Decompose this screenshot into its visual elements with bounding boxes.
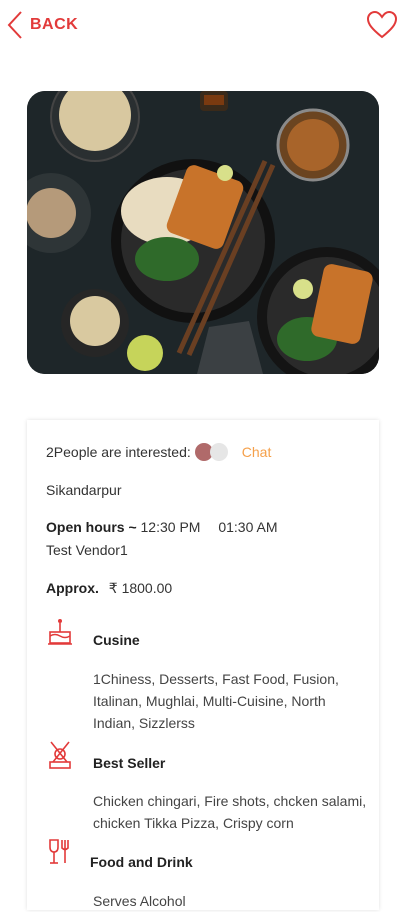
avatar-group bbox=[194, 443, 228, 461]
favorite-button[interactable] bbox=[366, 10, 398, 45]
interest-row: 2People are interested: Chat bbox=[46, 443, 271, 461]
details-card: 2People are interested: Chat Sikandarpur… bbox=[27, 420, 379, 910]
approx-price-row: Approx. ₹ 1800.00 bbox=[46, 580, 172, 597]
restaurant-photo bbox=[27, 91, 379, 374]
top-bar: BACK bbox=[0, 0, 404, 52]
open-time: 12:30 PM bbox=[140, 519, 201, 535]
vendor-name: Test Vendor1 bbox=[46, 542, 128, 558]
food-drink-text: Serves Alcohol bbox=[93, 893, 186, 909]
wine-glass-icon bbox=[49, 839, 69, 864]
award-icon bbox=[49, 741, 71, 769]
best-seller-list: Chicken chingari, Fire shots, chcken sal… bbox=[93, 793, 367, 831]
location-text: Sikandarpur bbox=[46, 482, 122, 498]
back-label: BACK bbox=[30, 16, 79, 33]
close-time: 01:30 AM bbox=[218, 519, 278, 535]
chat-link[interactable]: Chat bbox=[242, 444, 272, 460]
best-seller-title: Best Seller bbox=[93, 755, 166, 771]
interested-text: 2People are interested: bbox=[46, 444, 191, 460]
cuisine-list: 1Chiness, Desserts, Fast Food, Fusion, I… bbox=[93, 671, 339, 731]
food-drink-title: Food and Drink bbox=[90, 854, 193, 870]
approx-price: ₹ 1800.00 bbox=[108, 580, 173, 596]
approx-label: Approx. bbox=[46, 580, 99, 596]
heart-icon bbox=[366, 10, 398, 39]
cuisine-title: Cusine bbox=[93, 632, 140, 648]
avatar bbox=[209, 443, 228, 461]
chevron-left-icon bbox=[7, 11, 22, 39]
back-button[interactable]: BACK bbox=[6, 10, 78, 40]
open-hours: Open hours ~ 12:30 PM 01:30 AM bbox=[46, 519, 278, 535]
cake-icon bbox=[48, 619, 72, 645]
open-hours-label: Open hours ~ bbox=[46, 519, 137, 535]
